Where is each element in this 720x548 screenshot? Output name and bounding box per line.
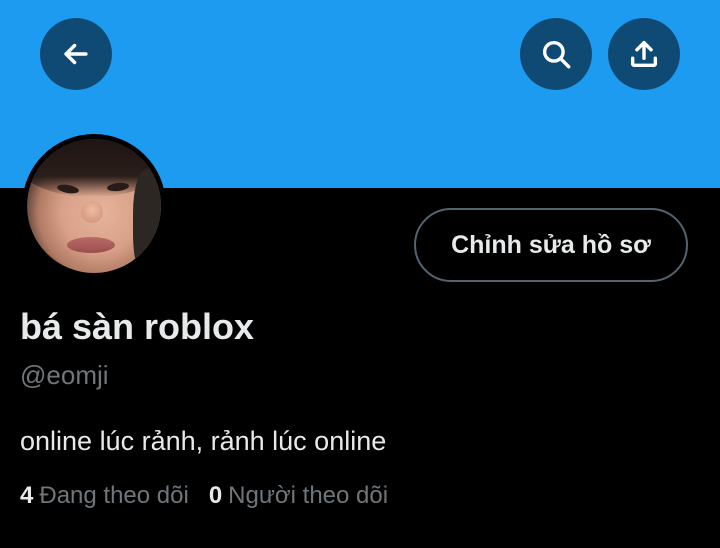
arrow-left-icon	[64, 43, 88, 65]
avatar[interactable]	[22, 134, 166, 278]
edit-profile-button[interactable]: Chỉnh sửa hồ sơ	[414, 208, 688, 282]
following-label: Đang theo dõi	[39, 482, 189, 509]
share-button[interactable]	[608, 18, 680, 90]
followers-count: 0	[208, 482, 223, 509]
back-button[interactable]	[40, 18, 112, 90]
search-button[interactable]	[520, 18, 592, 90]
followers-link[interactable]: 0 Người theo dõi	[209, 482, 388, 510]
followers-label: Người theo dõi	[228, 482, 389, 509]
profile-bio: online lúc rảnh, rảnh lúc online	[20, 426, 387, 456]
search-icon	[542, 40, 571, 69]
follow-stats: 4 Đang theo dõi 0 Người theo dõi	[20, 482, 388, 510]
following-link[interactable]: 4 Đang theo dõi	[20, 482, 189, 510]
display-name: bá sàn roblox	[20, 306, 255, 347]
following-count: 4	[20, 482, 34, 509]
user-handle: @eomji	[20, 360, 109, 390]
profile-photo	[27, 139, 161, 273]
share-icon	[630, 40, 658, 68]
